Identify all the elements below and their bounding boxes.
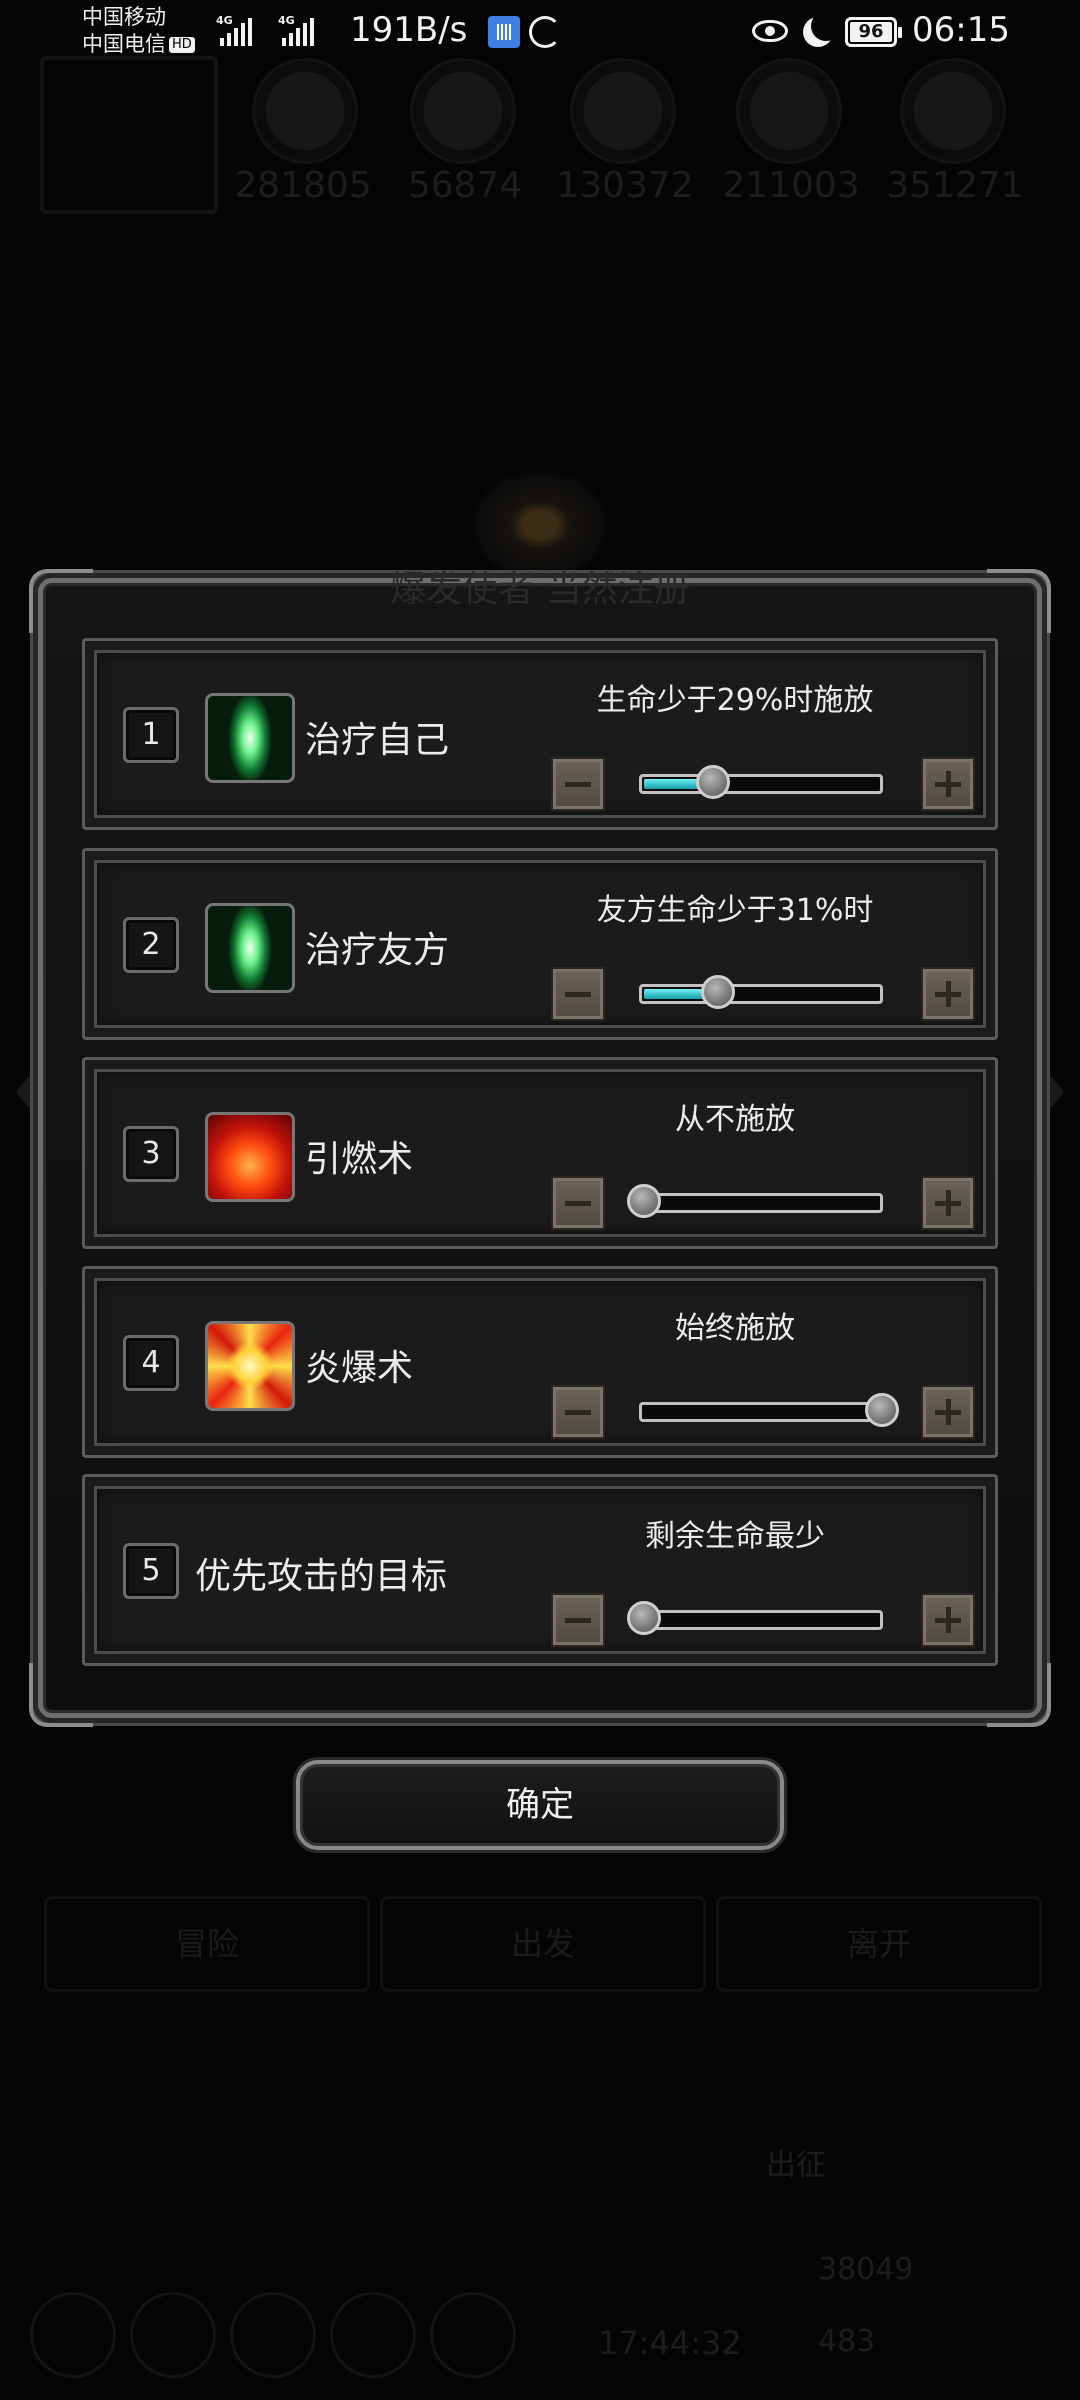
frame-corner-ornament — [29, 1663, 93, 1727]
priority-number-badge: 3 — [123, 1126, 179, 1182]
cast-condition-label: 生命少于29%时施放 — [596, 683, 874, 718]
slider-knob[interactable] — [701, 975, 735, 1009]
fire-icon — [205, 1112, 295, 1202]
resource-icon — [570, 58, 676, 164]
heal-icon — [205, 903, 295, 993]
frame-corner-ornament — [987, 1663, 1051, 1727]
decrease-button[interactable] — [551, 1385, 605, 1439]
frame-corner-ornament — [29, 569, 93, 633]
resource-value: 130372 — [556, 165, 694, 206]
slider-knob[interactable] — [865, 1393, 899, 1427]
resource-value: 56874 — [407, 165, 523, 206]
depart-button: 出发 — [380, 1896, 706, 1992]
frame-corner-ornament — [987, 569, 1051, 633]
threshold-slider[interactable] — [639, 765, 883, 799]
timer-display: 17:44:32 — [598, 2324, 742, 2362]
decrease-button[interactable] — [551, 1176, 605, 1230]
heal-icon — [205, 693, 295, 783]
decrease-button[interactable] — [551, 1593, 605, 1647]
dialog-title-obscured: 爆发使者 当然注册 — [390, 569, 690, 610]
resource-icon — [736, 58, 842, 164]
increase-button[interactable] — [921, 1593, 975, 1647]
threshold-slider[interactable] — [639, 1393, 899, 1427]
menu-circle-icon — [330, 2292, 416, 2378]
threshold-slider[interactable] — [639, 975, 883, 1009]
menu-circle-icon — [30, 2292, 116, 2378]
menu-circle-icon — [230, 2292, 316, 2378]
previous-arrow-icon — [16, 1070, 34, 1114]
skill-name: 治疗自己 — [305, 720, 450, 761]
resource-icon — [900, 58, 1006, 164]
cast-condition-label: 友方生命少于31%时 — [596, 893, 874, 928]
expedition-label: 出征 — [766, 2148, 826, 2183]
threshold-slider[interactable] — [627, 1601, 883, 1635]
resource-icon — [252, 58, 358, 164]
threshold-slider[interactable] — [627, 1184, 883, 1218]
decrease-button[interactable] — [551, 967, 605, 1021]
skill-row: 1 治疗自己 生命少于29%时施放 — [82, 638, 998, 830]
skill-row: 4 炎爆术 始终施放 — [82, 1266, 998, 1458]
skill-name: 炎爆术 — [305, 1348, 414, 1389]
skill-name: 优先攻击的目标 — [195, 1556, 448, 1597]
skill-row: 5 优先攻击的目标 剩余生命最少 — [82, 1474, 998, 1666]
resource-value: 281805 — [234, 165, 372, 206]
increase-button[interactable] — [921, 967, 975, 1021]
resource-value: 351271 — [886, 165, 1024, 206]
increase-button[interactable] — [921, 757, 975, 811]
leave-button: 离开 — [716, 1896, 1042, 1992]
next-arrow-icon — [1046, 1070, 1064, 1114]
resource-icon — [410, 58, 516, 164]
skill-row: 2 治疗友方 友方生命少于31%时 — [82, 848, 998, 1040]
gold-count: 38049 — [818, 2252, 914, 2287]
menu-circle-icon — [130, 2292, 216, 2378]
gem-count: 483 — [818, 2324, 876, 2359]
slider-knob[interactable] — [627, 1601, 661, 1635]
increase-button[interactable] — [921, 1176, 975, 1230]
adventure-button: 冒险 — [44, 1896, 370, 1992]
skill-row: 3 引燃术 从不施放 — [82, 1057, 998, 1249]
cast-condition-label: 始终施放 — [675, 1311, 795, 1346]
confirm-button[interactable]: 确定 — [296, 1760, 784, 1850]
priority-number-badge: 1 — [123, 707, 179, 763]
slider-knob[interactable] — [627, 1184, 661, 1218]
player-portrait-frame — [40, 56, 218, 214]
priority-number-badge: 2 — [123, 917, 179, 973]
priority-number-badge: 5 — [123, 1543, 179, 1599]
increase-button[interactable] — [921, 1385, 975, 1439]
skill-name: 引燃术 — [305, 1139, 414, 1180]
cast-condition-label: 剩余生命最少 — [645, 1519, 825, 1554]
slider-knob[interactable] — [696, 765, 730, 799]
menu-circle-icon — [430, 2292, 516, 2378]
priority-number-badge: 4 — [123, 1335, 179, 1391]
cast-condition-label: 从不施放 — [675, 1102, 795, 1137]
explosion-icon — [205, 1321, 295, 1411]
resource-value: 211003 — [722, 165, 860, 206]
skill-name: 治疗友方 — [305, 930, 450, 971]
decrease-button[interactable] — [551, 757, 605, 811]
